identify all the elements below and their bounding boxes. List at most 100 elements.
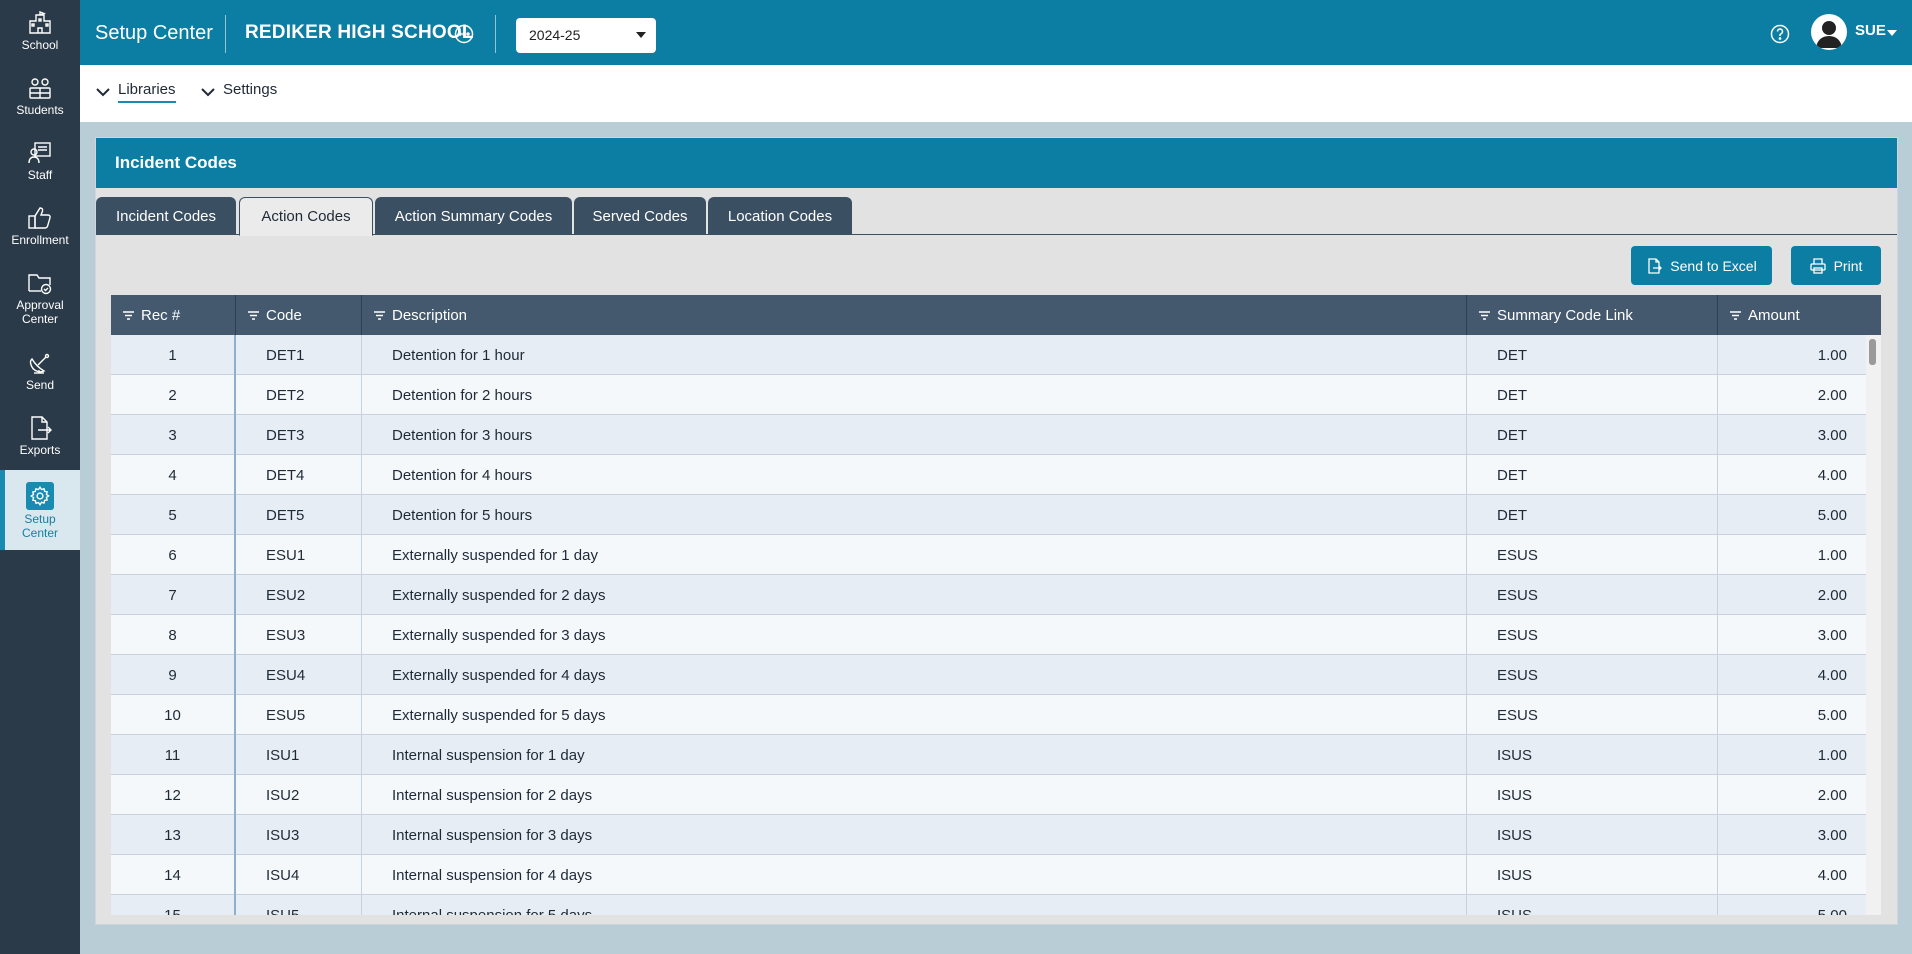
filter-icon[interactable] [1478, 309, 1491, 322]
nav-item-approval-center[interactable]: Approval Center [0, 270, 80, 334]
tab-location-codes[interactable]: Location Codes [708, 197, 852, 235]
subnav-label: Libraries [118, 81, 176, 103]
cell-code: ISU3 [236, 815, 362, 855]
cell-description: Externally suspended for 2 days [362, 575, 1467, 615]
cell-rec: 2 [111, 375, 236, 415]
divider [495, 15, 496, 53]
table-row[interactable]: 12 ISU2 Internal suspension for 2 days ISUS… [111, 775, 1866, 815]
app-title: Setup Center [95, 22, 213, 44]
table-row[interactable]: 7 ESU2 Externally suspended for 2 days ESUS… [111, 575, 1866, 615]
vertical-scrollbar[interactable] [1866, 335, 1881, 915]
subnav-settings[interactable]: Settings [200, 81, 277, 111]
send-to-excel-button[interactable]: Send to Excel [1631, 246, 1772, 285]
table-row[interactable]: 13 ISU3 Internal suspension for 3 days ISUS… [111, 815, 1866, 855]
table-row[interactable]: 3 DET3 Detention for 3 hours DET 3.00 [111, 415, 1866, 455]
table-row[interactable]: 9 ESU4 Externally suspended for 4 days ESUS… [111, 655, 1866, 695]
cell-amount: 3.00 [1817, 426, 1847, 444]
cell-rec: 12 [111, 775, 236, 815]
table-row[interactable]: 4 DET4 Detention for 4 hours DET 4.00 [111, 455, 1866, 495]
filter-icon[interactable] [247, 309, 260, 322]
column-header-summary-code-link[interactable]: Summary Code Link [1467, 295, 1718, 335]
cell-description: Internal suspension for 5 days [362, 895, 1467, 915]
school-name[interactable]: REDIKER HIGH SCHOOL [245, 22, 474, 44]
cell-amount: 5.00 [1817, 706, 1847, 724]
caret-down-icon[interactable] [1887, 30, 1897, 36]
incident-codes-panel: Incident Codes Incident Codes Action Cod… [95, 137, 1898, 925]
column-header-code[interactable]: Code [236, 295, 362, 335]
nav-item-staff[interactable]: Staff [0, 140, 80, 204]
scrollbar-thumb[interactable] [1869, 339, 1876, 365]
nav-item-enrollment[interactable]: Enrollment [0, 205, 80, 269]
cell-description: Detention for 1 hour [362, 335, 1467, 375]
printer-icon [1809, 257, 1826, 274]
cell-rec: 10 [111, 695, 236, 735]
cell-rec: 11 [111, 735, 236, 775]
cell-amount: 4.00 [1817, 666, 1847, 684]
table-row[interactable]: 15 ISU5 Internal suspension for 5 days ISUS… [111, 895, 1866, 915]
nav-item-send[interactable]: Send [0, 350, 80, 414]
nav-label: Enrollment [11, 233, 69, 247]
cell-code: ESU4 [236, 655, 362, 695]
cell-description: Detention for 5 hours [362, 495, 1467, 535]
cell-summary-code-link: DET [1467, 455, 1718, 495]
column-header-rec[interactable]: Rec # [111, 295, 236, 335]
cell-rec: 6 [111, 535, 236, 575]
panel-title: Incident Codes [96, 138, 1897, 188]
cell-description: Internal suspension for 2 days [362, 775, 1467, 815]
table-row[interactable]: 8 ESU3 Externally suspended for 3 days ESUS… [111, 615, 1866, 655]
table-row[interactable]: 1 DET1 Detention for 1 hour DET 1.00 [111, 335, 1866, 375]
table-row[interactable]: 6 ESU1 Externally suspended for 1 day ESUS 1… [111, 535, 1866, 575]
button-label: Print [1833, 257, 1863, 274]
help-icon[interactable] [1770, 24, 1790, 44]
button-label: Send to Excel [1670, 257, 1757, 274]
cell-rec: 8 [111, 615, 236, 655]
thumbs-up-icon [28, 207, 51, 229]
cell-code: DET3 [236, 415, 362, 455]
nav-label: Staff [27, 168, 53, 182]
sub-nav: Libraries Settings [80, 65, 1912, 122]
cell-rec: 5 [111, 495, 236, 535]
cell-description: Detention for 2 hours [362, 375, 1467, 415]
filter-icon[interactable] [373, 309, 386, 322]
more-options-icon[interactable] [454, 24, 474, 44]
setup-icon-box [26, 482, 54, 510]
column-header-description[interactable]: Description [362, 295, 1467, 335]
print-button[interactable]: Print [1791, 246, 1881, 285]
cell-summary-code-link: DET [1467, 335, 1718, 375]
tab-action-codes[interactable]: Action Codes [239, 197, 373, 236]
table-row[interactable]: 5 DET5 Detention for 5 hours DET 5.00 [111, 495, 1866, 535]
cell-summary-code-link: ISUS [1467, 895, 1718, 915]
cell-summary-code-link: ESUS [1467, 615, 1718, 655]
school-year-select[interactable]: 2024-25 [516, 18, 656, 53]
table-row[interactable]: 2 DET2 Detention for 2 hours DET 2.00 [111, 375, 1866, 415]
column-header-label: Description [392, 306, 468, 324]
cell-rec: 13 [111, 815, 236, 855]
cell-rec: 15 [111, 895, 236, 915]
subnav-label: Settings [223, 81, 278, 98]
filter-icon[interactable] [1729, 309, 1742, 322]
action-codes-table: Rec # Code Description Summary Code Link… [111, 295, 1881, 915]
column-header-label: Rec # [141, 306, 181, 324]
cell-code: ESU1 [236, 535, 362, 575]
user-avatar-icon [1816, 21, 1842, 48]
tab-action-summary-codes[interactable]: Action Summary Codes [375, 197, 572, 235]
cell-code: ESU2 [236, 575, 362, 615]
column-header-amount[interactable]: Amount [1718, 295, 1881, 335]
students-icon [29, 78, 51, 99]
cell-summary-code-link: ESUS [1467, 575, 1718, 615]
cell-summary-code-link: DET [1467, 415, 1718, 455]
user-name[interactable]: SUE [1855, 22, 1886, 39]
avatar[interactable] [1811, 14, 1847, 50]
nav-item-school[interactable]: School [0, 10, 80, 74]
tab-served-codes[interactable]: Served Codes [574, 197, 706, 235]
table-row[interactable]: 11 ISU1 Internal suspension for 1 day ISUS 1… [111, 735, 1866, 775]
tab-incident-codes[interactable]: Incident Codes [96, 197, 236, 235]
nav-item-setup-center[interactable]: Setup Center [0, 470, 80, 550]
table-row[interactable]: 10 ESU5 Externally suspended for 5 days ESU… [111, 695, 1866, 735]
subnav-libraries[interactable]: Libraries [95, 81, 176, 111]
nav-item-students[interactable]: Students [0, 75, 80, 139]
filter-icon[interactable] [122, 309, 135, 322]
tab-bar: Incident Codes Action Codes Action Summa… [96, 197, 1897, 236]
cell-amount: 2.00 [1817, 586, 1847, 604]
table-row[interactable]: 14 ISU4 Internal suspension for 4 days ISUS… [111, 855, 1866, 895]
